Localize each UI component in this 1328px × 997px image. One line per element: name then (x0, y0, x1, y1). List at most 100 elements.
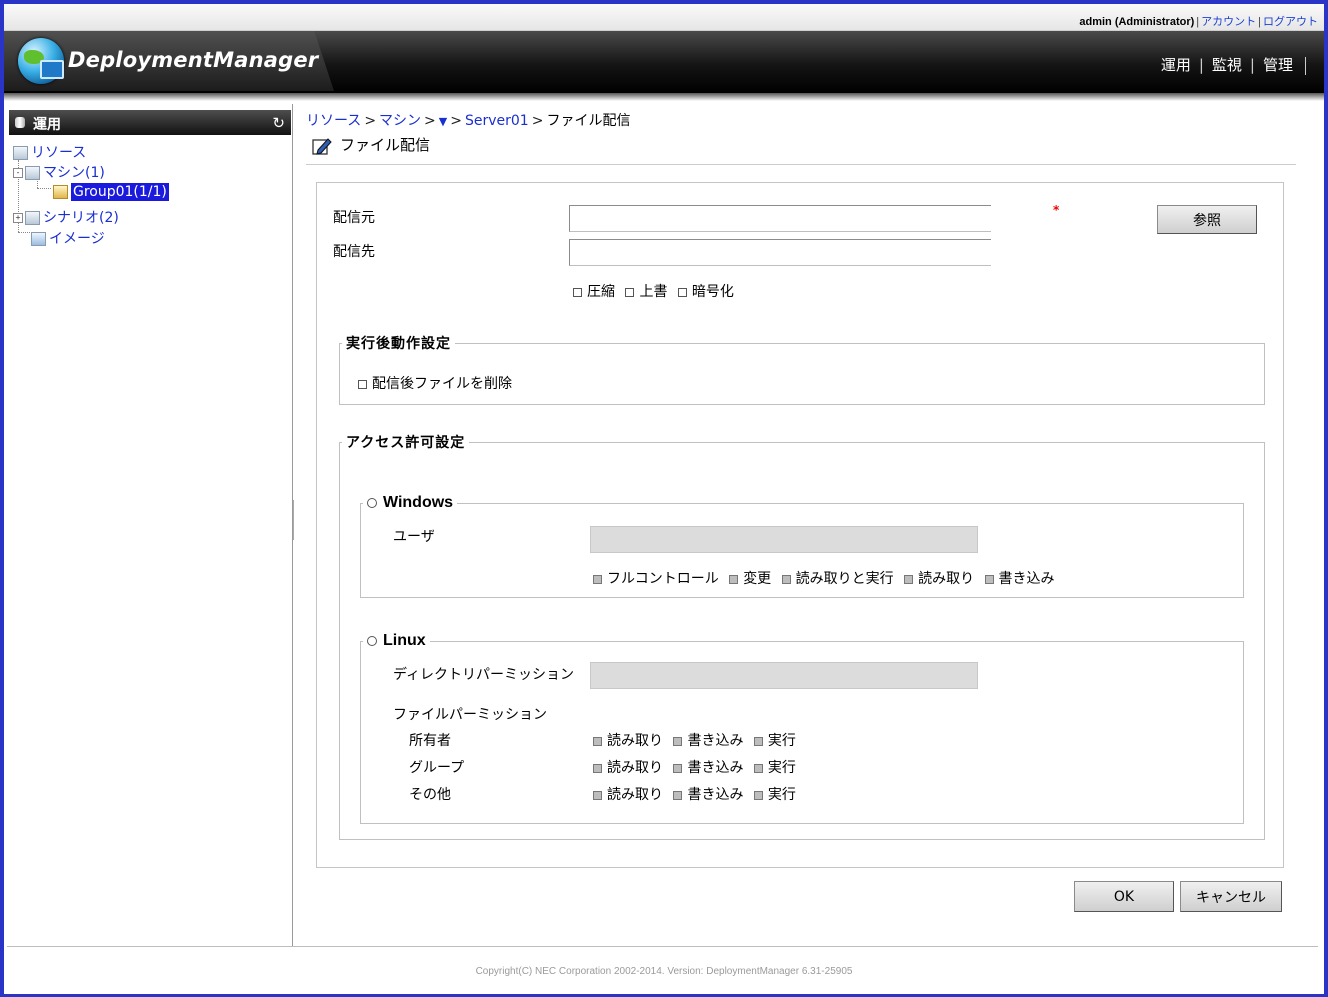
others-write[interactable]: 書き込み (673, 787, 743, 803)
account-link[interactable]: アカウント (1201, 16, 1256, 28)
main-menu: 運用 | 監視 | 管理 (1153, 54, 1306, 75)
group-write[interactable]: 書き込み (673, 760, 743, 776)
tree-item-machine[interactable]: - マシン(1) (13, 162, 105, 182)
nav-shadow (4, 93, 1324, 101)
cancel-button[interactable]: キャンセル (1180, 881, 1282, 912)
file-permission-label: ファイルパーミッション (393, 707, 547, 723)
menu-operation[interactable]: 運用 (1153, 56, 1199, 74)
group-execute[interactable]: 実行 (753, 760, 796, 776)
perm-label: 読み取り (607, 733, 663, 749)
logo-icon (18, 38, 64, 84)
tree-item-scenario[interactable]: + シナリオ(2) (13, 207, 119, 227)
perm-label: 実行 (767, 760, 796, 776)
menu-monitor[interactable]: 監視 (1204, 56, 1250, 74)
dir-permission-input[interactable] (590, 662, 978, 689)
logo-text: DeploymentManager (68, 48, 319, 72)
owner-read-checkbox[interactable] (593, 736, 602, 746)
refresh-icon[interactable]: ↻ (272, 114, 285, 132)
modify-checkbox[interactable] (729, 574, 739, 584)
write-checkbox[interactable] (984, 574, 994, 584)
overwrite-option[interactable]: 上書 (625, 284, 667, 300)
perm-modify[interactable]: 変更 (729, 571, 771, 587)
others-execute[interactable]: 実行 (753, 787, 796, 803)
crumb-resource[interactable]: リソース (306, 113, 361, 129)
source-input[interactable] (569, 205, 991, 232)
user-bar: admin (Administrator) | アカウント | ログアウト (1079, 16, 1318, 28)
windows-permissions-row: フルコントロール 変更 読み取りと実行 読み取り 書き込み (593, 568, 1061, 588)
browse-button[interactable]: 参照 (1157, 205, 1257, 234)
owner-label: 所有者 (409, 733, 451, 749)
linux-radio[interactable] (367, 635, 377, 646)
option-label: 暗号化 (691, 284, 734, 300)
tree-label: イメージ (49, 231, 105, 247)
destination-label: 配信先 (333, 244, 375, 260)
logout-link[interactable]: ログアウト (1263, 16, 1318, 28)
crumb-separator: > (424, 113, 436, 129)
overwrite-checkbox[interactable] (625, 287, 635, 297)
crumb-machine[interactable]: マシン (379, 113, 421, 129)
owner-write[interactable]: 書き込み (673, 733, 743, 749)
group-read[interactable]: 読み取り (593, 760, 663, 776)
page-title-text: ファイル配信 (340, 136, 431, 154)
owner-write-checkbox[interactable] (673, 736, 683, 746)
perm-full-control[interactable]: フルコントロール (593, 571, 719, 587)
collapse-icon[interactable]: - (13, 168, 23, 178)
owner-execute-checkbox[interactable] (753, 736, 763, 746)
linux-fieldset: Linux ディレクトリパーミッション ファイルパーミッション 所有者 読み取り… (360, 632, 1244, 824)
breadcrumb: リソース > マシン > ▼ > Server01 > ファイル配信 (306, 110, 630, 130)
perm-read-execute[interactable]: 読み取りと実行 (781, 571, 894, 587)
group-read-checkbox[interactable] (593, 763, 602, 773)
compress-checkbox[interactable] (573, 287, 582, 297)
tree-item-image[interactable]: イメージ (31, 228, 105, 248)
perm-label: 実行 (767, 787, 796, 803)
menu-manage[interactable]: 管理 (1255, 56, 1301, 74)
others-write-checkbox[interactable] (673, 790, 683, 800)
others-execute-checkbox[interactable] (753, 790, 763, 800)
perm-label: 書き込み (687, 787, 744, 803)
windows-radio[interactable] (367, 497, 377, 508)
perm-label: 変更 (743, 571, 772, 587)
resource-icon (13, 146, 28, 160)
perm-label: 実行 (767, 733, 796, 749)
owner-read[interactable]: 読み取り (593, 733, 663, 749)
left-pane: 運用 ↻ リソース - マシン(1) Group01(1/1) + シナリオ(2) … (7, 104, 293, 946)
delete-after-checkbox[interactable] (358, 379, 367, 389)
tree-item-group[interactable]: Group01(1/1) (53, 183, 169, 201)
footer-copyright: Copyright(C) NEC Corporation 2002-2014. … (475, 966, 853, 977)
group-execute-checkbox[interactable] (753, 763, 763, 773)
linux-legend: Linux (363, 632, 430, 650)
user-input[interactable] (590, 526, 978, 553)
expand-icon[interactable]: + (13, 213, 23, 223)
pane-splitter[interactable] (293, 500, 294, 540)
others-read[interactable]: 読み取り (593, 787, 663, 803)
full-control-checkbox[interactable] (593, 574, 602, 584)
encrypt-option[interactable]: 暗号化 (677, 284, 734, 300)
read-checkbox[interactable] (904, 574, 914, 584)
required-mark: * (1053, 203, 1060, 217)
delete-after-option[interactable]: 配信後ファイルを削除 (358, 373, 512, 393)
perm-read[interactable]: 読み取り (904, 571, 974, 587)
others-read-checkbox[interactable] (593, 790, 602, 800)
crumb-current: ファイル配信 (546, 113, 631, 129)
delete-after-label: 配信後ファイルを削除 (372, 376, 512, 392)
ok-button[interactable]: OK (1074, 881, 1174, 912)
footer-divider (7, 946, 1318, 947)
source-label: 配信元 (333, 210, 375, 226)
read-execute-checkbox[interactable] (781, 574, 791, 584)
destination-input[interactable] (569, 239, 991, 266)
owner-execute[interactable]: 実行 (753, 733, 796, 749)
compress-option[interactable]: 圧縮 (573, 284, 615, 300)
perm-label: フルコントロール (607, 571, 719, 587)
perm-label: 書き込み (687, 760, 744, 776)
crumb-dropdown-icon[interactable]: ▼ (439, 115, 447, 128)
file-distribution-form: 配信元 * 参照 配信先 圧縮 上書 暗号化 実行後動作設定 配信後ファイルを削… (316, 182, 1284, 868)
app-window: admin (Administrator) | アカウント | ログアウト Deploy… (4, 4, 1324, 994)
crumb-server[interactable]: Server01 (465, 113, 529, 129)
current-user: admin (Administrator) (1079, 16, 1195, 28)
encrypt-checkbox[interactable] (677, 287, 687, 297)
group-write-checkbox[interactable] (673, 763, 683, 773)
others-permissions-row: 読み取り 書き込み 実行 (593, 784, 802, 804)
perm-write[interactable]: 書き込み (984, 571, 1055, 587)
tree-item-resource[interactable]: リソース (13, 142, 86, 162)
post-action-fieldset: 実行後動作設定 配信後ファイルを削除 (339, 333, 1265, 405)
